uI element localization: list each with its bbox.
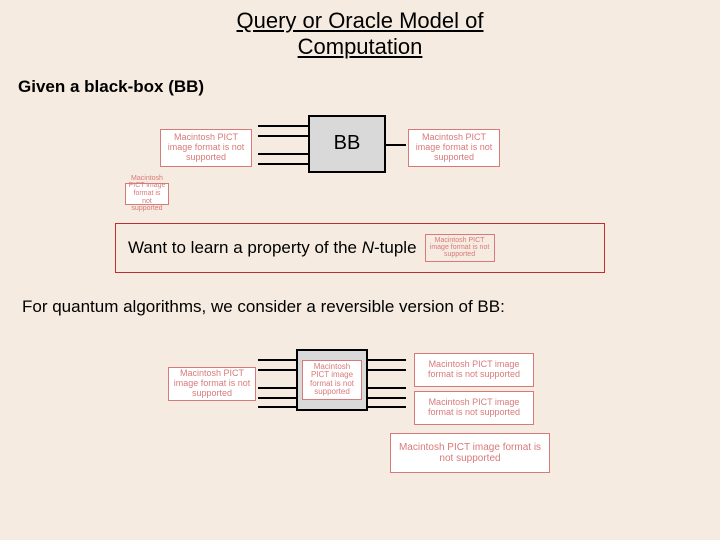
- blackbox-label: BB: [334, 132, 361, 155]
- wire: [368, 369, 406, 371]
- blackbox-box: BB: [308, 115, 386, 173]
- callout-box: Want to learn a property of the N-tuple …: [115, 223, 605, 273]
- quantum-text: For quantum algorithms, we consider a re…: [22, 297, 720, 317]
- title-line-2: Computation: [298, 34, 423, 59]
- pict-placeholder-icon: Macintosh PICT image format is not suppo…: [125, 183, 169, 205]
- wire: [368, 406, 406, 408]
- pict-placeholder-icon: Macintosh PICT image format is not suppo…: [414, 353, 534, 387]
- callout-text: Want to learn a property of the N-tuple: [128, 238, 417, 258]
- wire: [258, 369, 296, 371]
- wire: [258, 397, 296, 399]
- wire: [258, 359, 296, 361]
- pict-placeholder-icon: Macintosh PICT image format is not suppo…: [414, 391, 534, 425]
- pict-placeholder-icon: Macintosh PICT image format is not suppo…: [425, 234, 495, 262]
- pict-placeholder-icon: Macintosh PICT image format is not suppo…: [160, 129, 252, 167]
- pict-placeholder-icon: Macintosh PICT image format is not suppo…: [390, 433, 550, 473]
- pict-placeholder-icon: Macintosh PICT image format is not suppo…: [408, 129, 500, 167]
- wire: [368, 359, 406, 361]
- title-line-1: Query or Oracle Model of: [237, 8, 484, 33]
- wire: [258, 135, 308, 137]
- wire: [258, 163, 308, 165]
- blackbox-diagram-1: Macintosh PICT image format is not suppo…: [0, 105, 720, 215]
- wire: [258, 153, 308, 155]
- pict-placeholder-icon: Macintosh PICT image format is not suppo…: [168, 367, 256, 401]
- pict-placeholder-icon: Macintosh PICT image format is not suppo…: [302, 360, 362, 400]
- wire: [386, 144, 406, 146]
- slide-title: Query or Oracle Model of Computation: [0, 0, 720, 61]
- wire: [258, 125, 308, 127]
- blackbox-box-reversible: Macintosh PICT image format is not suppo…: [296, 349, 368, 411]
- blackbox-diagram-2: Macintosh PICT image format is not suppo…: [0, 335, 720, 495]
- wire: [258, 406, 296, 408]
- given-text: Given a black-box (BB): [18, 77, 720, 97]
- wire: [258, 387, 296, 389]
- wire: [368, 397, 406, 399]
- wire: [368, 387, 406, 389]
